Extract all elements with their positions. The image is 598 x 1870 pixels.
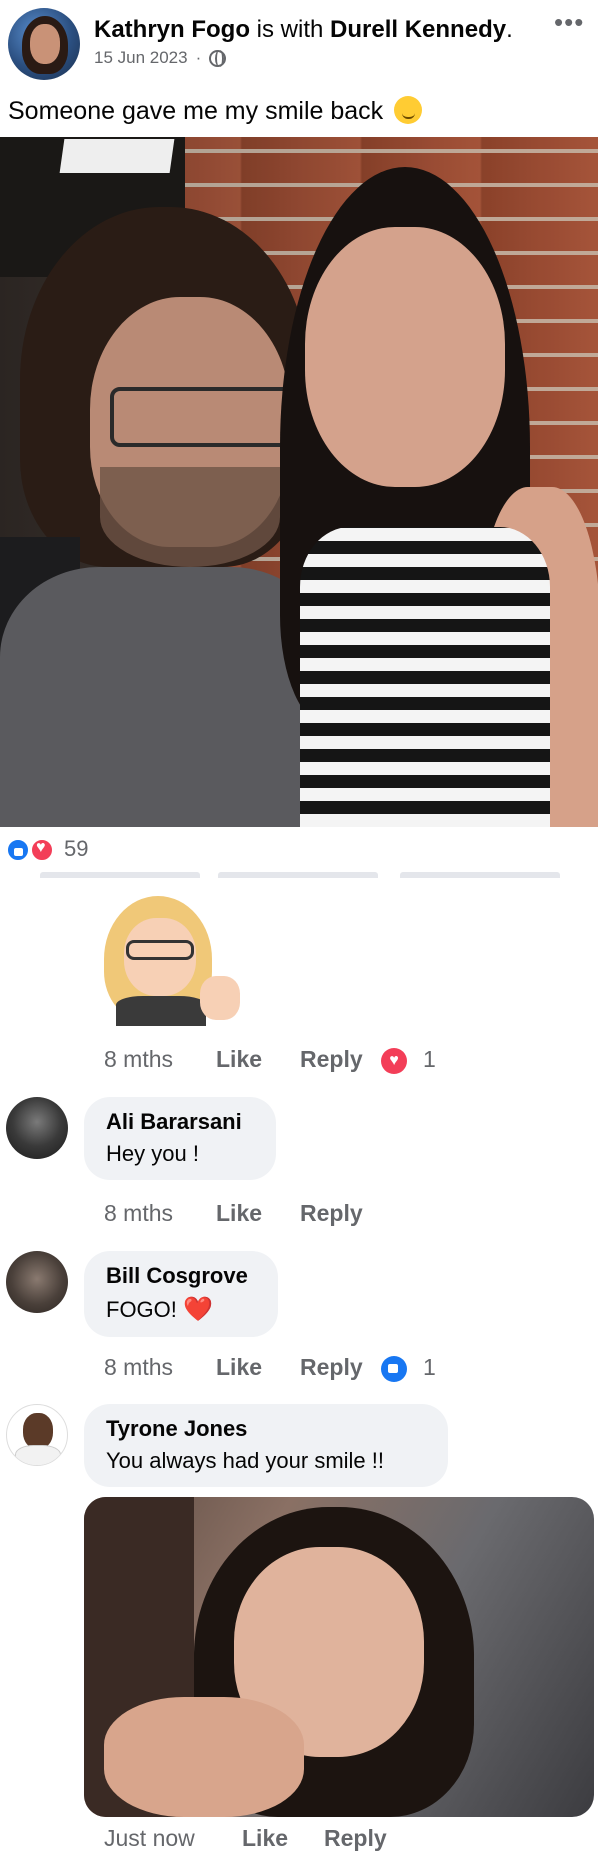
- commenter-avatar[interactable]: [6, 1251, 68, 1313]
- comment-reply-button[interactable]: Reply: [300, 1200, 363, 1227]
- comment-like-button[interactable]: Like: [242, 1825, 288, 1852]
- comment-time: 8 mths: [104, 1354, 174, 1380]
- love-reaction-icon[interactable]: [30, 838, 54, 862]
- post-photo[interactable]: [0, 137, 598, 827]
- comment-time: Just now: [104, 1825, 195, 1851]
- like-icon[interactable]: [381, 1356, 407, 1382]
- like-action-button[interactable]: [40, 872, 200, 878]
- more-options-icon[interactable]: •••: [554, 9, 584, 35]
- heart-emoji-icon: ❤️: [183, 1296, 213, 1323]
- comment-bubble: Bill Cosgrove FOGO! ❤️: [84, 1251, 278, 1337]
- comment-text: Hey you !: [106, 1141, 199, 1166]
- comment-reply-button[interactable]: Reply: [300, 1046, 363, 1073]
- commenter-name[interactable]: Ali Bararsani: [106, 1109, 254, 1135]
- post-date[interactable]: 15 Jun 2023: [94, 48, 188, 68]
- commenter-avatar[interactable]: [6, 1404, 68, 1466]
- comment-reply-button[interactable]: Reply: [324, 1825, 387, 1852]
- avatar-sticker: [96, 896, 250, 1026]
- author-avatar[interactable]: [8, 8, 80, 80]
- comment-reply-button[interactable]: Reply: [300, 1354, 363, 1381]
- comment-like-button[interactable]: Like: [216, 1046, 262, 1073]
- commenter-name[interactable]: Bill Cosgrove: [106, 1263, 256, 1289]
- comment-bubble: Tyrone Jones You always had your smile !…: [84, 1404, 448, 1487]
- comment-reaction-count[interactable]: 1: [423, 1046, 436, 1073]
- comment-bubble: Ali Bararsani Hey you !: [84, 1097, 276, 1180]
- commenter-avatar[interactable]: [6, 1097, 68, 1159]
- tagged-name-link[interactable]: Durell Kennedy: [330, 16, 506, 43]
- author-name-link[interactable]: Kathryn Fogo: [94, 16, 250, 43]
- globe-icon: [209, 49, 227, 67]
- comment-like-button[interactable]: Like: [216, 1200, 262, 1227]
- like-reaction-icon[interactable]: [6, 838, 30, 862]
- comment-time: 8 mths: [104, 1200, 174, 1226]
- comment-time: 8 mths: [104, 1046, 174, 1072]
- smirk-emoji-icon: [394, 96, 423, 124]
- with-text: is with: [256, 16, 324, 43]
- commenter-name[interactable]: Tyrone Jones: [106, 1416, 426, 1442]
- post-author-line: Kathryn Fogo is with Durell Kennedy.: [94, 16, 513, 43]
- comment-photo[interactable]: [84, 1497, 594, 1817]
- comment-reaction-count[interactable]: 1: [423, 1354, 436, 1381]
- comment-text: FOGO! ❤️: [106, 1296, 213, 1323]
- love-icon[interactable]: ♥: [381, 1048, 407, 1074]
- comment-like-button[interactable]: Like: [216, 1354, 262, 1381]
- post-text: Someone gave me my smile back: [8, 96, 423, 126]
- comment-action-button[interactable]: [218, 872, 378, 878]
- reaction-count[interactable]: 59: [64, 836, 88, 862]
- comment-text: You always had your smile !!: [106, 1448, 384, 1473]
- post-meta: 15 Jun 2023 ·: [94, 48, 227, 68]
- share-action-button[interactable]: [400, 872, 560, 878]
